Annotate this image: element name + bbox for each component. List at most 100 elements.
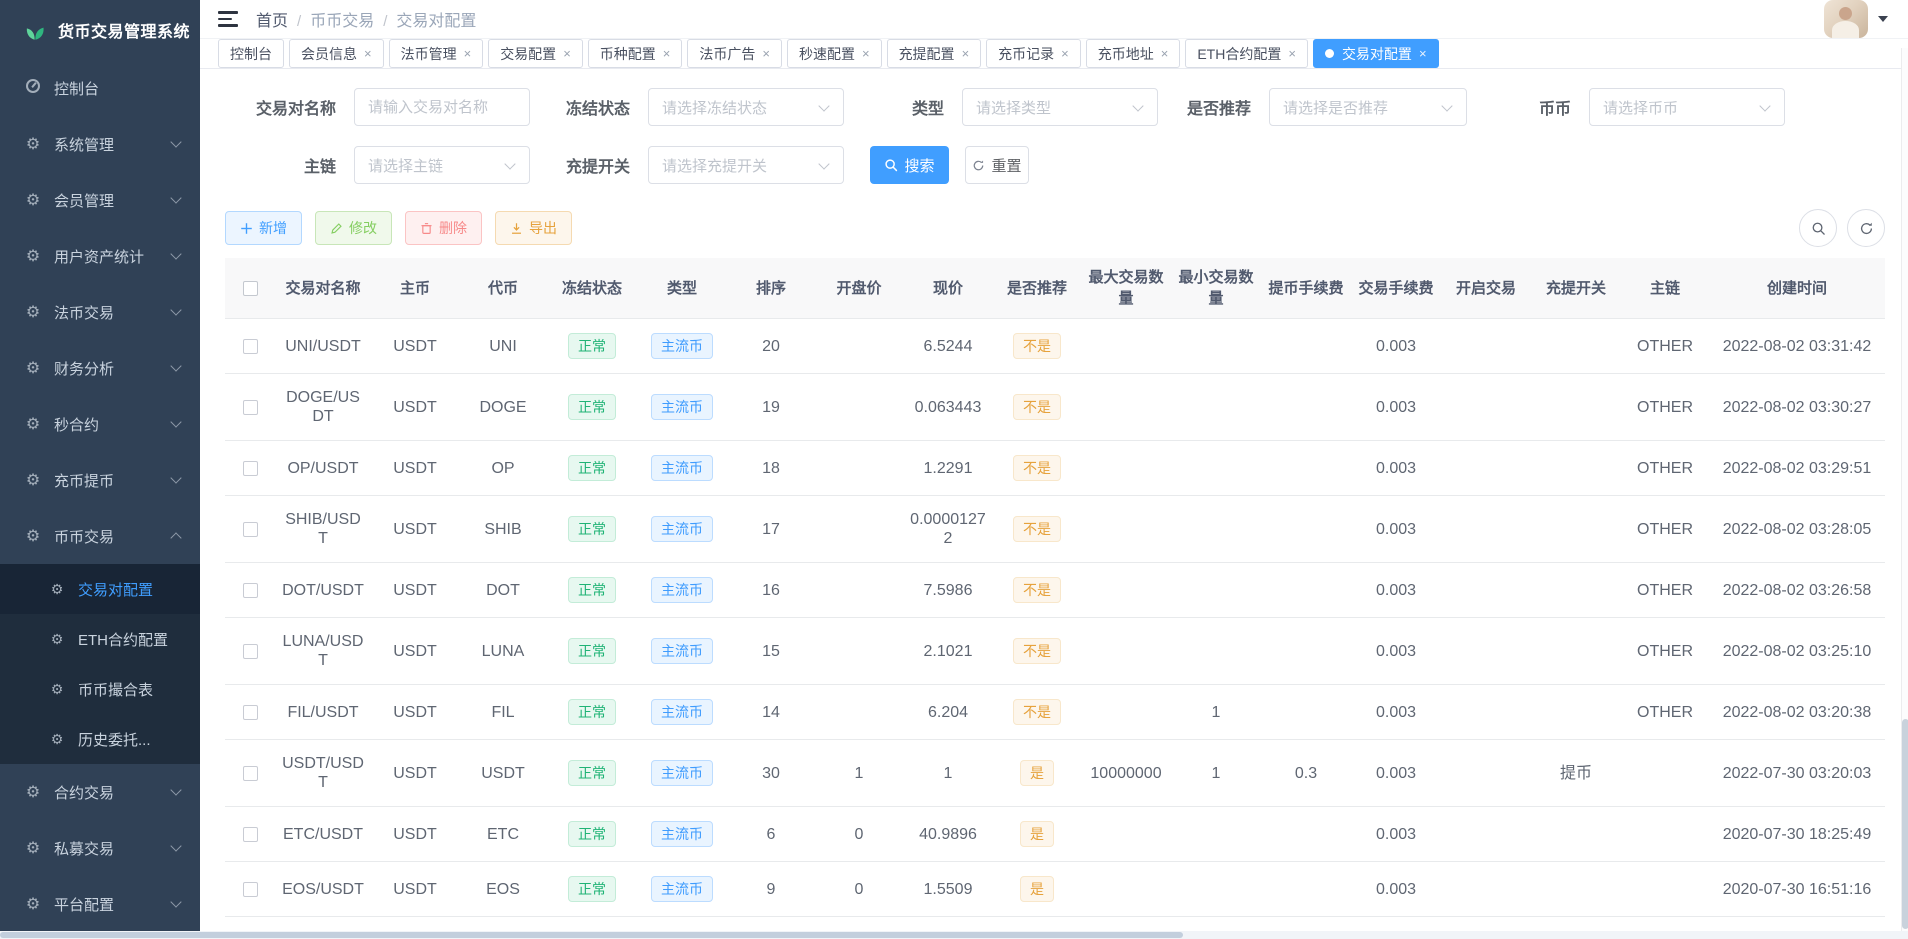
filter-form: 交易对名称 冻结状态 请选择冻结状态 类型 请选择类型 是否推荐 请选择是否推荐… [225,88,1885,196]
table-row[interactable]: SHIB/USDTUSDTSHIB正常主流币170.00001272不是0.00… [225,496,1885,563]
table-row[interactable]: FIL/USDTUSDTFIL正常主流币146.204不是10.003OTHER… [225,685,1885,740]
cell-sort: 6 [727,807,815,862]
breadcrumb-item[interactable]: 首页 [256,13,288,30]
table-row[interactable]: EOS/USDTUSDTEOS正常主流币901.5509是0.0032020-0… [225,862,1885,917]
view-tab[interactable]: ETH合约配置 × [1185,39,1308,68]
view-tab[interactable]: 秒速配置 × [787,39,882,68]
view-tab[interactable]: 交易配置 × [488,39,583,68]
add-button[interactable]: 新增 [225,211,302,245]
export-button[interactable]: 导出 [495,211,572,245]
cell-chain: OTHER [1621,563,1709,618]
table-row[interactable]: USDT/USDTUSDTUSDT正常主流币3011是1000000010.30… [225,740,1885,807]
cell-opentrade [1441,496,1531,563]
vertical-scrollbar-thumb[interactable] [1902,719,1908,929]
view-tab[interactable]: 币种配置 × [588,39,683,68]
show-search-button[interactable] [1799,209,1837,247]
horizontal-scrollbar-thumb[interactable] [0,932,1183,938]
row-checkbox[interactable] [243,827,258,842]
row-checkbox[interactable] [243,882,258,897]
filter-label: 主链 [225,153,354,177]
cell-switch [1531,441,1621,496]
table-row[interactable]: ETC/USDTUSDTETC正常主流币6040.9896是0.0032020-… [225,807,1885,862]
row-checkbox[interactable] [243,339,258,354]
filter-select[interactable]: 请选择类型 [962,88,1158,126]
cell-type: 主流币 [637,862,727,917]
row-checkbox[interactable] [243,705,258,720]
filter-select[interactable]: 请选择币币 [1589,88,1785,126]
view-tab[interactable]: 交易对配置 × [1313,39,1439,68]
row-checkbox[interactable] [243,583,258,598]
refresh-table-button[interactable] [1847,209,1885,247]
sidebar-menu-item[interactable]: ⚙ 秒合约 [0,396,200,452]
close-tab-icon[interactable]: × [1161,47,1169,60]
reset-button[interactable]: 重置 [965,146,1029,184]
row-checkbox[interactable] [243,400,258,415]
view-tab[interactable]: 控制台 [218,39,284,68]
filter-select[interactable]: 请选择充提开关 [648,146,844,184]
view-tab[interactable]: 充币地址 × [1086,39,1181,68]
sidebar-menu-item[interactable]: ⚙ 用户资产统计 [0,228,200,284]
cell-recommend: 不是 [993,496,1081,563]
column-header: 主链 [1621,258,1709,319]
sidebar-menu-item[interactable]: ⚙ 法币交易 [0,284,200,340]
close-tab-icon[interactable]: × [962,47,970,60]
close-tab-icon[interactable]: × [663,47,671,60]
row-checkbox[interactable] [243,644,258,659]
select-all-checkbox[interactable] [243,281,258,296]
close-tab-icon[interactable]: × [762,47,770,60]
sidebar-submenu-item[interactable]: ⚙ 历史委托... [0,714,200,764]
table-row[interactable]: DOGE/USDTUSDTDOGE正常主流币190.063443不是0.003O… [225,374,1885,441]
cell-recommend: 是 [993,862,1081,917]
table-row[interactable]: LUNA/USDTUSDTLUNA正常主流币152.1021不是0.003OTH… [225,618,1885,685]
view-tab[interactable]: 充币记录 × [986,39,1081,68]
cell-opentrade [1441,685,1531,740]
chevron-icon [170,840,181,851]
table-row[interactable]: DOT/USDTUSDTDOT正常主流币167.5986不是0.003OTHER… [225,563,1885,618]
row-checkbox[interactable] [243,766,258,781]
cell-opentrade [1441,319,1531,374]
close-tab-icon[interactable]: × [1061,47,1069,60]
view-tab[interactable]: 充提配置 × [887,39,982,68]
sidebar-menu-item[interactable]: 控制台 [0,60,200,116]
filter-select[interactable]: 请选择是否推荐 [1269,88,1467,126]
breadcrumb-item[interactable]: 币币交易 [310,13,374,30]
collapse-sidebar-icon[interactable] [218,11,238,27]
sidebar-submenu-item[interactable]: ⚙ 币币撮合表 [0,664,200,714]
cell-created: 2022-08-02 03:31:42 [1709,319,1885,374]
sidebar-menu-item[interactable]: ⚙ 系统管理 [0,116,200,172]
row-checkbox[interactable] [243,461,258,476]
sidebar-menu-item[interactable]: ⚙ 财务分析 [0,340,200,396]
close-tab-icon[interactable]: × [464,47,472,60]
sidebar-menu-item[interactable]: ⚙ 会员管理 [0,172,200,228]
view-tab[interactable]: 法币管理 × [389,39,484,68]
table-toolbar: 新增 修改 删除 导出 [225,210,1885,246]
view-tab[interactable]: 会员信息 × [289,39,384,68]
column-header: 排序 [727,258,815,319]
close-tab-icon[interactable]: × [563,47,571,60]
search-button[interactable]: 搜索 [870,146,949,184]
view-tab[interactable]: 法币广告 × [687,39,782,68]
close-tab-icon[interactable]: × [1288,47,1296,60]
close-tab-icon[interactable]: × [862,47,870,60]
filter-select[interactable]: 请选择主链 [354,146,530,184]
filter-input[interactable] [354,88,530,126]
table-row[interactable]: UNI/USDTUSDTUNI正常主流币206.5244不是0.003OTHER… [225,319,1885,374]
delete-button[interactable]: 删除 [405,211,482,245]
close-tab-icon[interactable]: × [1419,47,1427,60]
sidebar-menu-item[interactable]: ⚙ 合约交易 [0,764,200,820]
sidebar-submenu-item[interactable]: ⚙ 交易对配置 [0,564,200,614]
sidebar-menu-item[interactable]: ⚙ 私募交易 [0,820,200,876]
cell-min: 1 [1171,685,1261,740]
cell-token: LUNA [459,618,547,685]
row-checkbox[interactable] [243,522,258,537]
filter-select[interactable]: 请选择冻结状态 [648,88,844,126]
table-row[interactable]: OP/USDTUSDTOP正常主流币181.2291不是0.003OTHER20… [225,441,1885,496]
close-tab-icon[interactable]: × [364,47,372,60]
sidebar-menu-item[interactable]: ⚙ 平台配置 [0,876,200,932]
sidebar-menu-item[interactable]: ⚙ 币币交易 [0,508,200,564]
sidebar-submenu-item[interactable]: ⚙ ETH合约配置 [0,614,200,664]
edit-button[interactable]: 修改 [315,211,392,245]
chevron-down-icon[interactable] [1878,16,1888,22]
sidebar-menu-item[interactable]: ⚙ 充币提币 [0,452,200,508]
avatar[interactable] [1824,0,1868,38]
